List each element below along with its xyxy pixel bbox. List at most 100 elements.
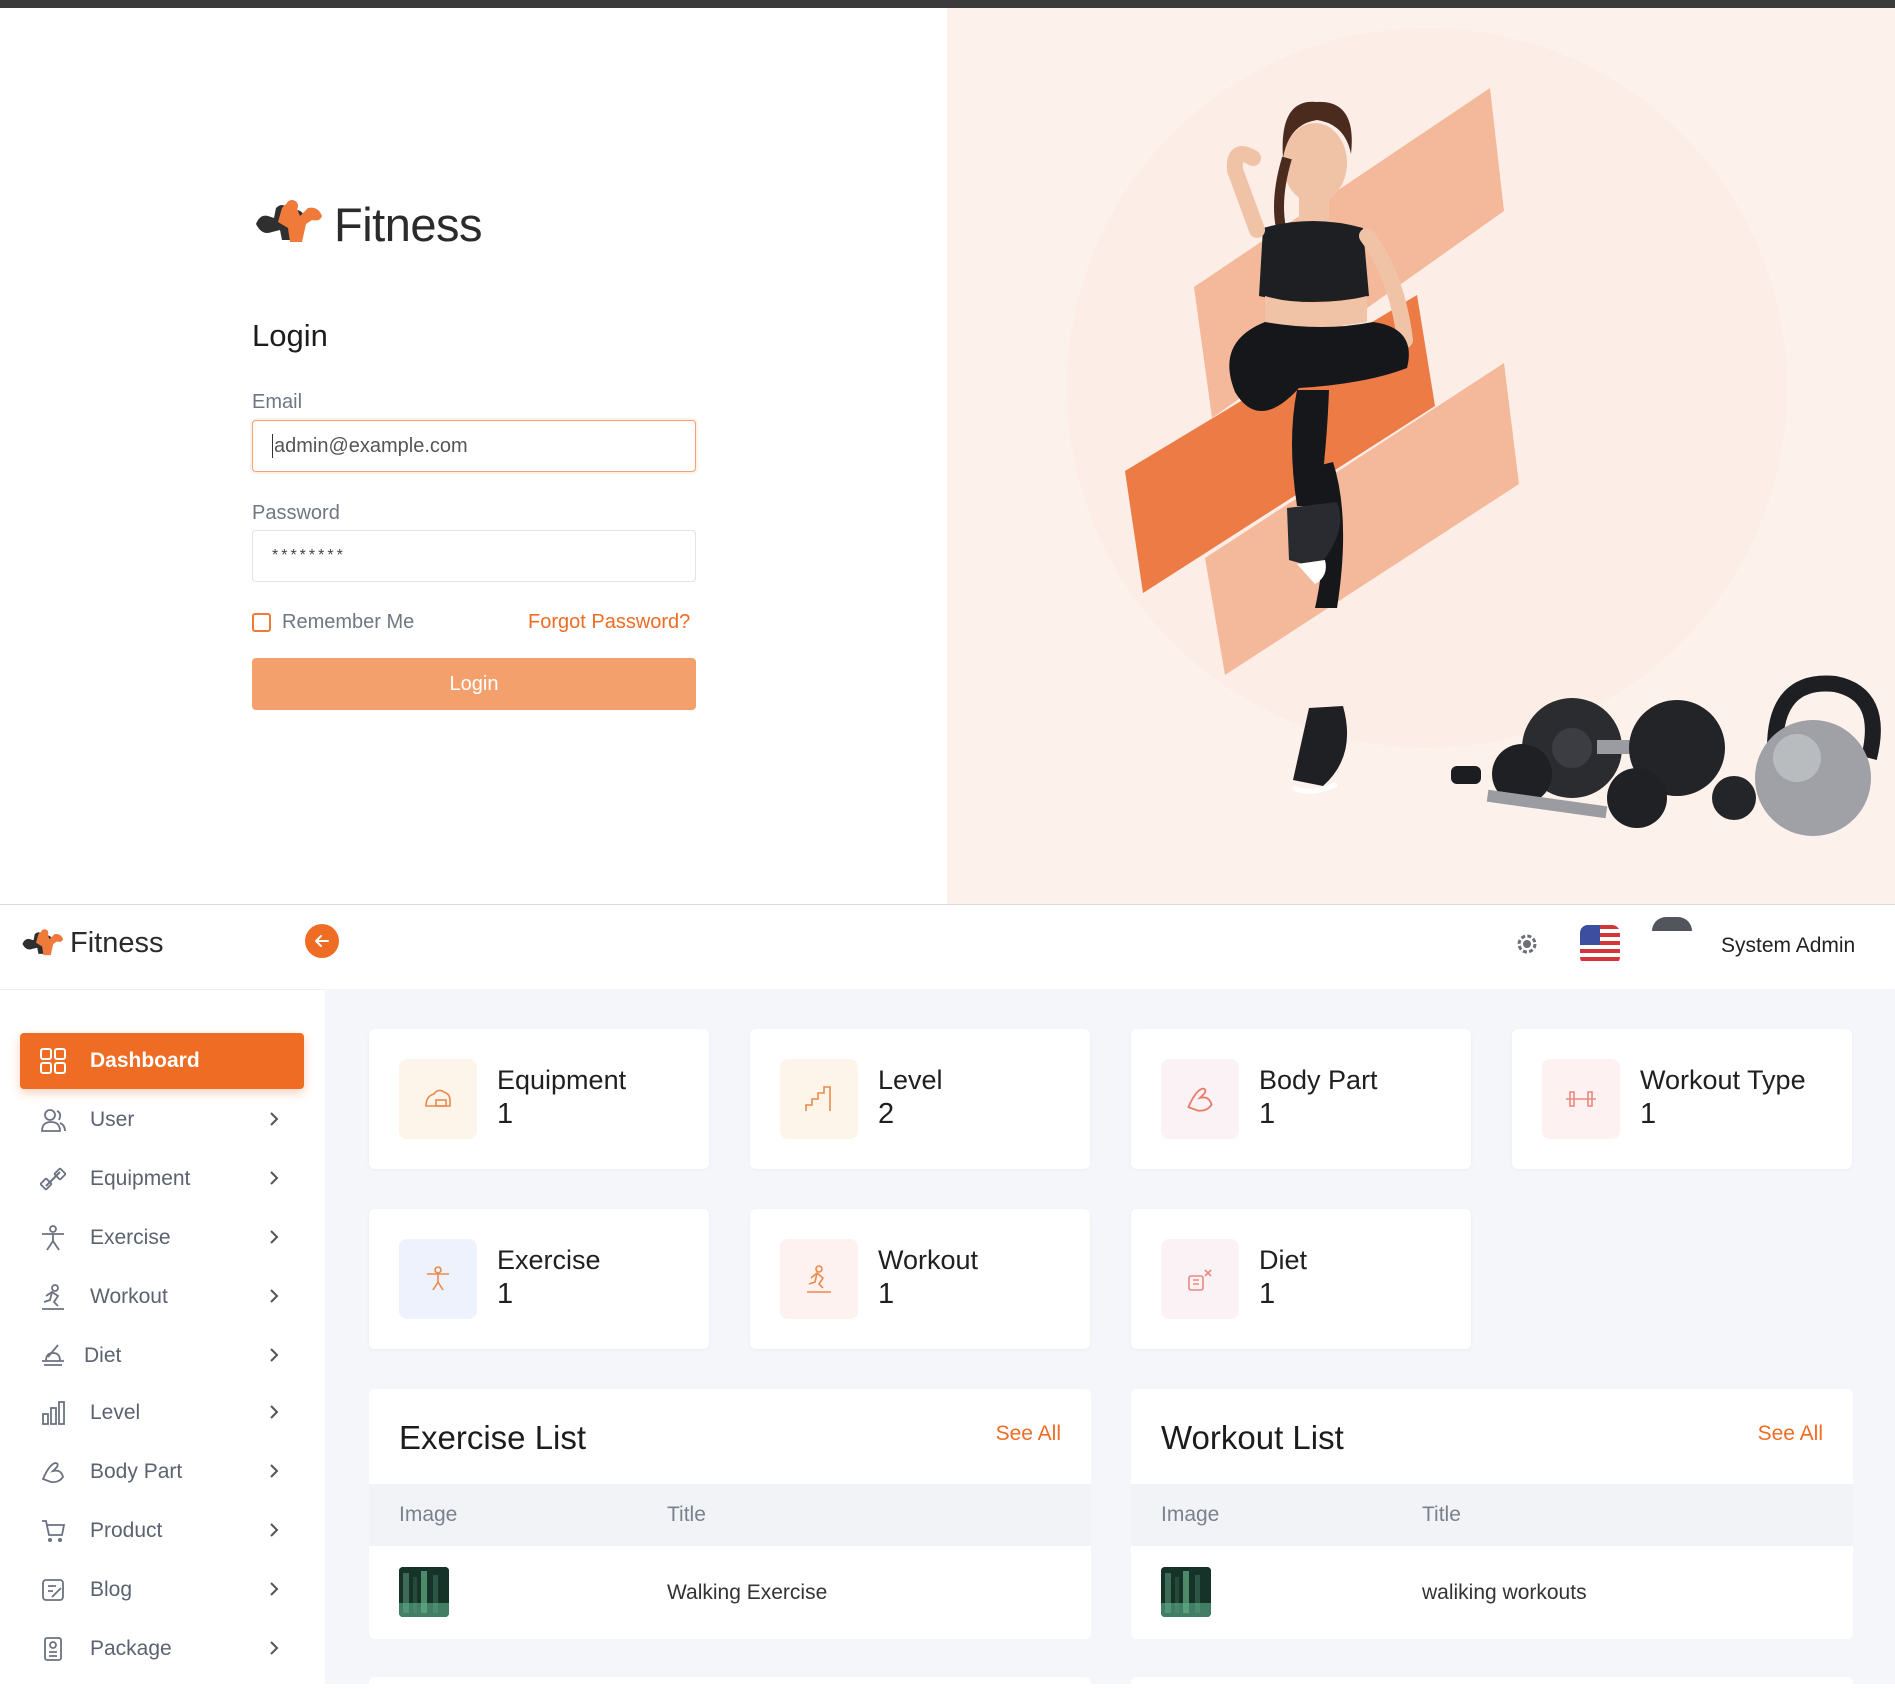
sidebar-item-user[interactable]: User	[20, 1092, 304, 1148]
stat-title: Workout	[878, 1245, 979, 1275]
body-part-icon	[1161, 1059, 1239, 1139]
gear-icon	[1517, 934, 1537, 954]
panel-title: Exercise List	[399, 1419, 587, 1456]
chevron-right-icon	[270, 1289, 279, 1303]
sidebar-item-equipment[interactable]: Equipment	[20, 1151, 304, 1207]
dashboard-screen: Fitness System Admin Dashboard User Equi…	[0, 904, 1895, 1689]
see-all-link[interactable]: See All	[1758, 1422, 1823, 1446]
sidebar-item-product[interactable]: Product	[20, 1503, 304, 1559]
sidebar-item-label: Exercise	[90, 1226, 171, 1249]
stat-value: 1	[497, 1098, 514, 1130]
dashboard-header: Fitness System Admin	[0, 905, 1895, 989]
panel-title: Workout List	[1161, 1419, 1344, 1456]
chevron-right-icon	[270, 1641, 279, 1655]
exercise-thumbnail	[399, 1567, 449, 1617]
stat-value: 1	[1259, 1098, 1276, 1130]
workout-icon	[780, 1239, 858, 1319]
stat-value: 2	[878, 1098, 895, 1130]
column-header-image: Image	[1161, 1503, 1220, 1526]
stat-title: Body Part	[1259, 1065, 1378, 1095]
cart-icon	[38, 1516, 68, 1546]
sidebar-collapse-button[interactable]	[305, 924, 339, 958]
sidebar-item-exercise[interactable]: Exercise	[20, 1210, 304, 1266]
chevron-right-icon	[270, 1171, 279, 1185]
sidebar-item-package[interactable]: Package	[20, 1621, 304, 1677]
column-header-title: Title	[1422, 1503, 1461, 1526]
chevron-right-icon	[270, 1582, 279, 1596]
stat-card-equipment[interactable]: Equipment 1	[369, 1029, 709, 1169]
row-title: waliking workouts	[1422, 1581, 1587, 1604]
table-row[interactable]: waliking workouts	[1131, 1546, 1853, 1636]
sidebar-item-blog[interactable]: Blog	[20, 1562, 304, 1618]
chevron-right-icon	[270, 1348, 279, 1362]
level-icon	[780, 1059, 858, 1139]
sidebar-item-label: Product	[90, 1519, 163, 1542]
us-flag-icon	[1580, 925, 1620, 965]
arrow-left-icon	[315, 935, 329, 947]
password-label: Password	[252, 502, 340, 524]
table-header: Image Title	[1131, 1484, 1853, 1546]
chevron-right-icon	[270, 1230, 279, 1244]
stat-value: 1	[878, 1278, 895, 1310]
sidebar-item-level[interactable]: Level	[20, 1385, 304, 1441]
arm-icon	[38, 1457, 68, 1487]
remember-checkbox[interactable]	[252, 613, 271, 632]
running-icon	[38, 1282, 68, 1312]
sidebar-item-label: Workout	[90, 1285, 168, 1308]
sidebar-item-label: Equipment	[90, 1167, 191, 1190]
table-row[interactable]: Walking Exercise	[369, 1546, 1091, 1636]
stat-card-exercise[interactable]: Exercise 1	[369, 1209, 709, 1349]
sidebar-item-label: Package	[90, 1637, 172, 1660]
workout-thumbnail	[1161, 1567, 1211, 1617]
blog-icon	[38, 1575, 68, 1605]
users-icon	[38, 1105, 68, 1135]
package-icon	[38, 1634, 68, 1664]
stat-card-diet[interactable]: Diet 1	[1131, 1209, 1471, 1349]
dashboard-brand: Fitness	[20, 927, 163, 960]
stat-card-level[interactable]: Level 2	[750, 1029, 1090, 1169]
sidebar-item-workout[interactable]: Workout	[20, 1269, 304, 1325]
stat-title: Workout Type	[1640, 1065, 1806, 1095]
user-avatar[interactable]	[1652, 917, 1692, 931]
person-stretch-icon	[38, 1223, 68, 1253]
workout-type-icon	[1542, 1059, 1620, 1139]
sidebar-item-diet[interactable]: Diet	[20, 1328, 304, 1384]
sidebar-item-label: Blog	[90, 1578, 133, 1601]
remember-label: Remember Me	[282, 611, 415, 633]
user-name[interactable]: System Admin	[1721, 934, 1855, 958]
language-selector[interactable]	[1580, 925, 1620, 965]
chevron-right-icon	[270, 1523, 279, 1537]
stat-title: Level	[878, 1065, 943, 1095]
chevron-right-icon	[270, 1464, 279, 1478]
next-panel-edge	[369, 1677, 1091, 1689]
brand-logo: Fitness	[252, 194, 483, 254]
chevron-right-icon	[270, 1405, 279, 1419]
sidebar: Dashboard User Equipment Exercise Workou…	[0, 989, 325, 1685]
fitness-logo-icon	[256, 200, 322, 242]
diet-icon	[1161, 1239, 1239, 1319]
sidebar-item-label: Level	[90, 1401, 141, 1424]
see-all-link[interactable]: See All	[996, 1422, 1061, 1446]
hero-illustration	[1067, 28, 1881, 836]
stat-card-workout[interactable]: Workout 1	[750, 1209, 1090, 1349]
stat-value: 1	[1259, 1278, 1276, 1310]
sidebar-item-dashboard[interactable]: Dashboard	[20, 1033, 304, 1089]
sidebar-item-label: Dashboard	[90, 1049, 200, 1072]
remember-me[interactable]: Remember Me	[252, 611, 414, 634]
workout-list-panel: Workout List See All Image Title walikin…	[1131, 1389, 1853, 1639]
dumbbell-icon	[38, 1164, 68, 1194]
email-field[interactable]: admin@example.com	[252, 420, 696, 472]
stat-card-workout-type[interactable]: Workout Type 1	[1512, 1029, 1852, 1169]
brand-name: Fitness	[334, 197, 483, 251]
login-title: Login	[252, 318, 328, 353]
sidebar-item-body-part[interactable]: Body Part	[20, 1444, 304, 1500]
password-field[interactable]: ********	[252, 530, 696, 582]
chevron-right-icon	[270, 1112, 279, 1126]
sidebar-item-label: User	[90, 1108, 135, 1131]
bar-levels-icon	[38, 1398, 68, 1428]
grid-icon	[38, 1046, 68, 1076]
login-button[interactable]: Login	[252, 658, 696, 710]
forgot-password-link[interactable]: Forgot Password?	[528, 611, 690, 634]
stat-card-body-part[interactable]: Body Part 1	[1131, 1029, 1471, 1169]
settings-button[interactable]	[1514, 931, 1540, 962]
